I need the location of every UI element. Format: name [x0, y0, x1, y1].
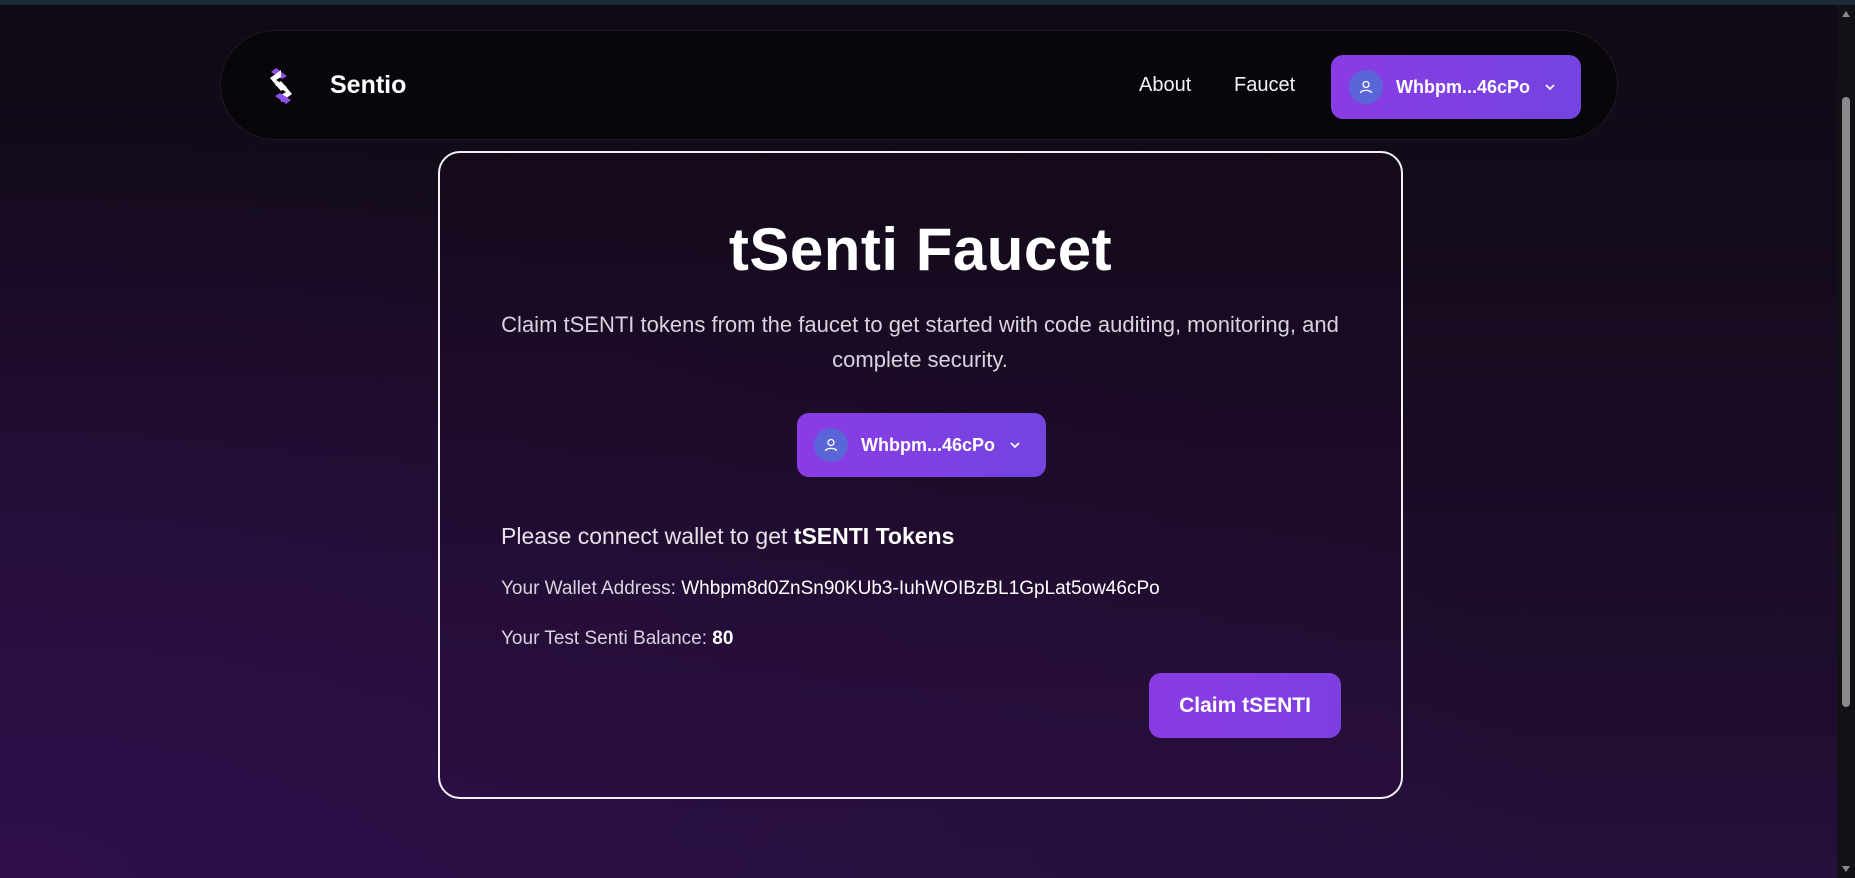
top-navbar: Sentio About Faucet Whbpm...46cPo [220, 30, 1618, 140]
wallet-address-row: Your Wallet Address: Whbpm8d0ZnSn90KUb3-… [501, 578, 1160, 600]
page-scrollbar[interactable] [1837, 5, 1855, 878]
connect-token-name: tSENTI Tokens [793, 523, 955, 549]
faucet-card: tSenti Faucet Claim tSENTI tokens from t… [438, 151, 1403, 799]
wallet-address-short: Whbpm...46cPo [1396, 76, 1531, 97]
wallet-address-value: Whbpm8d0ZnSn90KUb3-IuhWOIBzBL1GpLat5ow46… [681, 578, 1160, 599]
chevron-down-icon [1009, 441, 1021, 449]
wallet-button-nav[interactable]: Whbpm...46cPo [1331, 55, 1581, 119]
sentio-logo-icon[interactable] [267, 66, 295, 106]
page-title: tSenti Faucet [728, 216, 1113, 283]
balance-label: Your Test Senti Balance: [501, 628, 713, 649]
wallet-address-label: Your Wallet Address: [501, 578, 682, 599]
nav-link-faucet[interactable]: Faucet [1234, 74, 1295, 97]
faucet-description: Claim tSENTI tokens from the faucet to g… [501, 312, 1339, 372]
balance-row: Your Test Senti Balance: 80 [501, 628, 733, 650]
nav-link-about[interactable]: About [1139, 74, 1191, 97]
brand-name[interactable]: Sentio [330, 71, 406, 100]
claim-button[interactable]: Claim tSENTI [1149, 673, 1341, 738]
connect-wallet-message: Please connect wallet to get tSENTI Toke… [501, 523, 954, 550]
user-icon [1349, 70, 1383, 104]
user-icon [814, 428, 848, 462]
wallet-address-short: Whbpm...46cPo [861, 434, 996, 455]
scroll-up-arrow-icon[interactable] [1842, 11, 1850, 17]
connect-prefix: Please connect wallet to get [501, 523, 794, 549]
scroll-down-arrow-icon[interactable] [1842, 866, 1850, 872]
scrollbar-thumb[interactable] [1842, 97, 1850, 707]
browser-top-strip [0, 0, 1855, 5]
balance-value: 80 [712, 628, 734, 649]
chevron-down-icon [1544, 83, 1556, 91]
wallet-button-card[interactable]: Whbpm...46cPo [797, 413, 1046, 477]
